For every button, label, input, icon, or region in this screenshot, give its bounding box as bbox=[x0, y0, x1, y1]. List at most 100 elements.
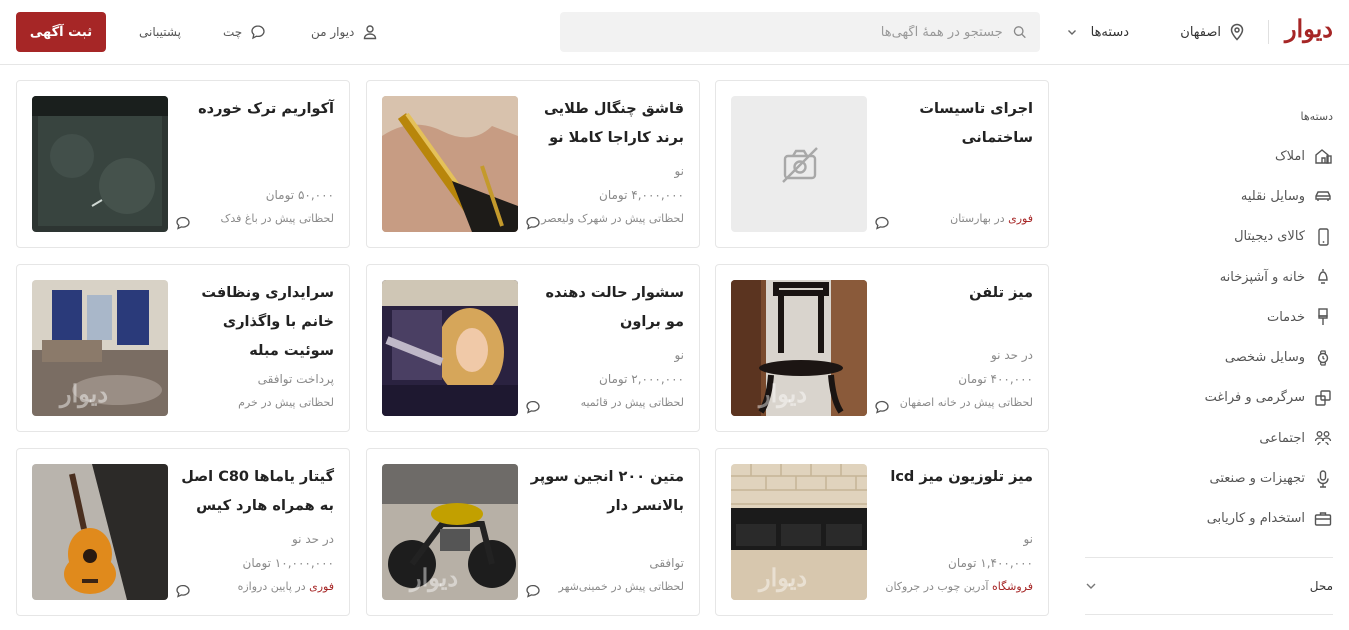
chat-bubble-icon[interactable] bbox=[874, 399, 890, 415]
chat-label: چت bbox=[223, 25, 243, 39]
brush-icon bbox=[1318, 308, 1328, 326]
ad-price: ۴,۰۰۰,۰۰۰ تومان bbox=[599, 188, 684, 202]
sidebar-item-label: وسایل نقلیه bbox=[1240, 188, 1305, 204]
sidebar-item-jobs[interactable]: استخدام و کاریابی bbox=[1085, 499, 1333, 539]
user-icon bbox=[364, 25, 377, 40]
ad-title: متین ۲۰۰ انجین سوپر بالانسر دار bbox=[530, 469, 684, 514]
search-input[interactable] bbox=[574, 24, 1003, 40]
ad-title: اجرای تاسیسات ساختمانی bbox=[919, 101, 1033, 146]
ad-image: دیوار bbox=[731, 280, 867, 416]
ad-image: دیوار bbox=[32, 280, 168, 416]
ad-location-text: در بهارستان bbox=[950, 212, 1009, 225]
sidebar-item-label: تجهیزات و صنعتی bbox=[1209, 471, 1305, 487]
post-ad-button[interactable]: ثبت آگهی bbox=[16, 12, 106, 52]
ad-title: گیتار یاماها C80 اصل به همراه هارد کیس bbox=[181, 469, 334, 514]
image-watermark: دیوار bbox=[60, 379, 109, 408]
search-icon bbox=[1013, 26, 1026, 39]
ad-location: لحظاتی پیش در خانه اصفهان bbox=[899, 396, 1033, 409]
ad-location: لحظاتی پیش در خمینی‌شهر bbox=[558, 580, 685, 593]
puzzle-icon bbox=[1315, 390, 1331, 406]
mobile-icon bbox=[1318, 228, 1329, 246]
sidebar-item-home-kitchen[interactable]: خانه و آشپزخانه bbox=[1085, 257, 1333, 297]
lamp-icon bbox=[1318, 269, 1328, 284]
header-divider bbox=[1268, 20, 1269, 44]
chat-bubble-icon[interactable] bbox=[175, 215, 191, 231]
sidebar-item-services[interactable]: خدمات bbox=[1085, 297, 1333, 337]
sidebar-item-label: سرگرمی و فراغت bbox=[1204, 390, 1305, 406]
sidebar-item-vehicles[interactable]: وسایل نقلیه bbox=[1085, 176, 1333, 216]
sidebar-item-label: وسایل شخصی bbox=[1224, 350, 1305, 366]
ad-image bbox=[382, 96, 518, 232]
chevron-down-icon bbox=[1067, 30, 1076, 35]
support-label: پشتیبانی bbox=[139, 25, 181, 39]
ad-location-text: آدرین چوب در جروکان bbox=[885, 580, 992, 593]
location-pin-icon bbox=[1230, 23, 1244, 41]
sidebar-item-real-estate[interactable]: املاک bbox=[1085, 136, 1333, 176]
ad-location: لحظاتی پیش در خرم bbox=[238, 396, 334, 409]
sidebar-item-label: خدمات bbox=[1266, 309, 1305, 325]
chat-bubble-icon[interactable] bbox=[874, 215, 890, 231]
sidebar-item-label: کالای دیجیتال bbox=[1234, 229, 1305, 245]
city-selector[interactable]: اصفهان bbox=[1180, 20, 1245, 44]
my-divar-link[interactable]: دیوار من bbox=[311, 20, 378, 44]
hair-dryer-photo bbox=[382, 280, 518, 416]
sidebar-item-digital[interactable]: کالای دیجیتال bbox=[1085, 217, 1333, 257]
chat-bubble-icon[interactable] bbox=[175, 583, 191, 599]
ad-card[interactable]: آکواریم ترک خورده ۵۰,۰۰۰ تومان لحظاتی پی… bbox=[16, 80, 350, 248]
ad-price: ۴۰۰,۰۰۰ تومان bbox=[958, 372, 1033, 386]
ad-card[interactable]: متین ۲۰۰ انجین سوپر بالانسر دار توافقی ل… bbox=[366, 448, 700, 616]
top-header: دیوار اصفهان دسته‌ها دیوار من چت پشتیبان… bbox=[0, 0, 1349, 65]
sidebar-divider bbox=[1085, 613, 1333, 615]
categories-dropdown[interactable]: دسته‌ها bbox=[1067, 20, 1129, 44]
ad-card[interactable]: سشوار حالت دهنده مو براون نو ۲,۰۰۰,۰۰۰ ت… bbox=[366, 264, 700, 432]
chat-bubble-icon bbox=[251, 25, 265, 40]
ad-card[interactable]: میز تلوزیون میز lcd نو ۱,۴۰۰,۰۰۰ تومان ف… bbox=[715, 448, 1049, 616]
ad-price: ۱,۴۰۰,۰۰۰ تومان bbox=[948, 556, 1033, 570]
search-box[interactable] bbox=[560, 12, 1040, 52]
watch-icon bbox=[1317, 349, 1329, 366]
ad-card[interactable]: قاشق چنگال طلایی برند کاراجا کاملا نو نو… bbox=[366, 80, 700, 248]
ad-card[interactable]: سرایداری ونظافت خانم با واگذاری سوئیت مب… bbox=[16, 264, 350, 432]
divar-logo[interactable]: دیوار bbox=[1285, 14, 1333, 43]
urgent-badge: فوری bbox=[1008, 212, 1033, 225]
sidebar-item-industrial[interactable]: تجهیزات و صنعتی bbox=[1085, 458, 1333, 498]
sidebar-item-label: خانه و آشپزخانه bbox=[1219, 269, 1305, 285]
ad-location-text: در پایین دروازه bbox=[237, 580, 310, 593]
ad-location: فوری در بهارستان bbox=[873, 212, 1033, 225]
aquarium-photo bbox=[32, 96, 168, 232]
ad-image bbox=[382, 280, 518, 416]
ad-image bbox=[32, 96, 168, 232]
ad-condition: نو bbox=[674, 164, 684, 178]
my-divar-label: دیوار من bbox=[311, 25, 355, 39]
sidebar-item-leisure[interactable]: سرگرمی و فراغت bbox=[1085, 378, 1333, 418]
sidebar-item-personal[interactable]: وسایل شخصی bbox=[1085, 337, 1333, 377]
sidebar-item-social[interactable]: اجتماعی bbox=[1085, 418, 1333, 458]
chat-bubble-icon[interactable] bbox=[525, 583, 541, 599]
gold-cutlery-photo bbox=[382, 96, 518, 232]
image-watermark: دیوار bbox=[759, 379, 808, 408]
chat-bubble-icon[interactable] bbox=[525, 215, 541, 231]
ad-card[interactable]: اجرای تاسیسات ساختمانی فوری در بهارستان bbox=[715, 80, 1049, 248]
ad-price: ۱۰,۰۰۰,۰۰۰ تومان bbox=[242, 556, 334, 570]
ad-price: توافقی bbox=[649, 556, 684, 570]
sidebar-item-label: استخدام و کاریابی bbox=[1206, 511, 1305, 527]
ad-card[interactable]: گیتار یاماها C80 اصل به همراه هارد کیس د… bbox=[16, 448, 350, 616]
sidebar-item-label: اجتماعی bbox=[1259, 430, 1305, 446]
location-filter[interactable]: محل bbox=[1085, 558, 1333, 614]
location-filter-label: محل bbox=[1309, 578, 1333, 593]
category-sidebar: دسته‌ها املاک وسایل نقلیه کالای دیجیتال … bbox=[1085, 96, 1333, 615]
support-link[interactable]: پشتیبانی bbox=[139, 20, 181, 44]
ad-condition: در حد نو bbox=[990, 348, 1033, 362]
ad-title: آکواریم ترک خورده bbox=[198, 101, 334, 117]
sidebar-title: دسته‌ها bbox=[1300, 109, 1333, 123]
city-label: اصفهان bbox=[1180, 24, 1221, 40]
chat-bubble-icon[interactable] bbox=[525, 399, 541, 415]
no-image-icon bbox=[782, 147, 818, 183]
ad-card[interactable]: میز تلفن در حد نو ۴۰۰,۰۰۰ تومان لحظاتی پ… bbox=[715, 264, 1049, 432]
ad-title: سشوار حالت دهنده مو براون bbox=[545, 285, 684, 330]
ad-image: دیوار bbox=[382, 464, 518, 600]
chat-link[interactable]: چت bbox=[223, 20, 266, 44]
ad-condition: نو bbox=[674, 348, 684, 362]
house-icon bbox=[1315, 149, 1332, 164]
ad-image bbox=[32, 464, 168, 600]
